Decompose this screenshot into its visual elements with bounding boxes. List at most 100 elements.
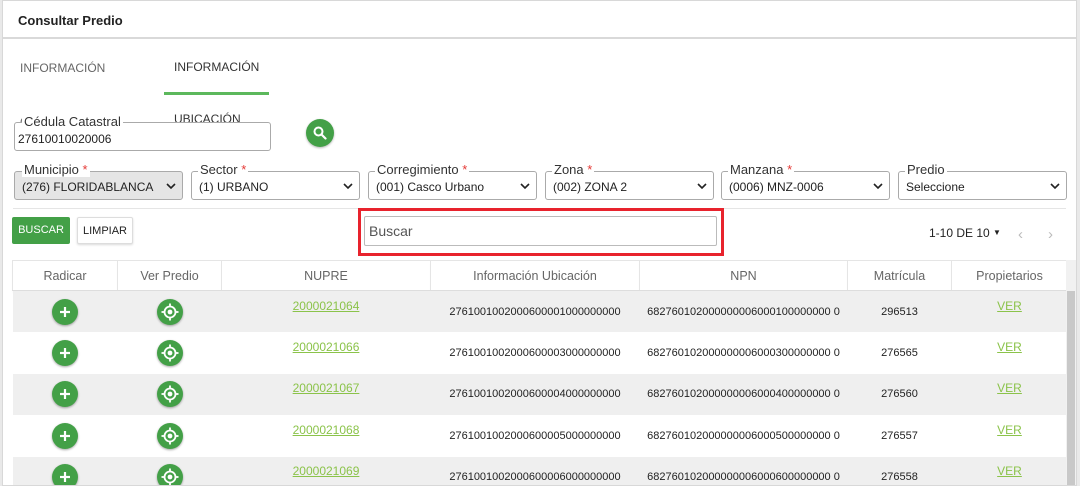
chevron-down-icon bbox=[1050, 183, 1060, 190]
cedula-catastral-label: Cédula Catastral bbox=[22, 114, 123, 129]
radicar-cell bbox=[12, 290, 118, 332]
manzana-label: Manzana * bbox=[728, 162, 795, 177]
npn-cell: 682760102000000006000600000000 0 bbox=[639, 456, 848, 485]
location-target-icon bbox=[161, 303, 178, 320]
radicar-cell bbox=[13, 332, 118, 374]
column-header-ver-predio[interactable]: Ver Predio bbox=[117, 260, 222, 291]
table-row: 2000021067 2761001002000600004000000000 68… bbox=[12, 373, 1068, 415]
informacion-ubicacion-cell: 2761001002000600004000000000 bbox=[430, 373, 640, 415]
corregimiento-value: (001) Casco Urbano bbox=[376, 180, 485, 194]
ver-propietarios-link[interactable]: VER bbox=[997, 423, 1022, 437]
nupre-cell: 2000021068 bbox=[222, 415, 431, 457]
page-title: Consultar Predio bbox=[3, 1, 1076, 39]
table-row: 2000021066 2761001002000600003000000000 68… bbox=[13, 332, 1068, 374]
ver-predio-button[interactable] bbox=[156, 381, 183, 408]
location-target-icon bbox=[161, 385, 178, 403]
table-row: 2000021069 2761001002000600006000000000 68… bbox=[12, 456, 1068, 485]
location-target-icon bbox=[161, 468, 178, 485]
ver-predio-cell bbox=[117, 373, 222, 415]
nupre-link[interactable]: 2000021067 bbox=[293, 381, 360, 395]
plus-icon bbox=[60, 472, 70, 483]
nupre-cell: 2000021067 bbox=[221, 373, 431, 415]
ver-propietarios-link[interactable]: VER bbox=[997, 381, 1022, 395]
ver-predio-button[interactable] bbox=[156, 339, 183, 366]
ver-predio-button[interactable] bbox=[156, 422, 183, 449]
buscar-button[interactable]: BUSCAR bbox=[12, 217, 70, 244]
tab-informacion-ubicacion[interactable]: INFORMACIÓN UBICACIÓN bbox=[164, 41, 270, 126]
add-radicar-button[interactable] bbox=[52, 422, 78, 449]
zona-label: Zona * bbox=[552, 162, 595, 177]
predio-value: Seleccione bbox=[906, 180, 965, 194]
chevron-down-icon bbox=[520, 183, 530, 190]
search-button[interactable] bbox=[306, 119, 334, 147]
table-row: 2000021068 2761001002000600005000000000 68… bbox=[13, 415, 1068, 457]
informacion-ubicacion-cell: 2761001002000600001000000000 bbox=[430, 290, 640, 332]
prev-page-button[interactable]: ‹ bbox=[1018, 227, 1023, 243]
ver-predio-button[interactable] bbox=[156, 464, 183, 485]
matricula-cell: 276557 bbox=[881, 429, 918, 442]
nupre-cell: 2000021069 bbox=[221, 456, 431, 485]
nupre-cell: 2000021066 bbox=[222, 332, 431, 374]
nupre-link[interactable]: 2000021069 bbox=[293, 464, 360, 478]
radicar-cell bbox=[12, 373, 118, 415]
column-header-propietarios[interactable]: Propietarios bbox=[951, 260, 1068, 291]
plus-icon bbox=[60, 306, 70, 317]
plus-icon bbox=[60, 430, 70, 441]
npn-cell: 682760102000000006000100000000 0 bbox=[639, 290, 848, 332]
informacion-ubicacion-cell: 2761001002000600006000000000 bbox=[430, 456, 640, 485]
predio-label: Predio bbox=[905, 162, 947, 177]
nupre-link[interactable]: 2000021068 bbox=[293, 423, 360, 437]
npn-cell: 682760102000000006000400000000 0 bbox=[639, 373, 848, 415]
sector-value: (1) URBANO bbox=[199, 180, 269, 194]
matricula-cell: 276565 bbox=[881, 346, 918, 359]
propietarios-cell: VER bbox=[952, 332, 1068, 374]
propietarios-cell: VER bbox=[952, 415, 1068, 457]
column-header-informacion-ubicacion[interactable]: Información Ubicación bbox=[430, 260, 640, 291]
add-radicar-button[interactable] bbox=[52, 381, 78, 408]
location-target-icon bbox=[161, 427, 178, 445]
tab-informacion-general[interactable]: INFORMACIÓN GENERAL bbox=[10, 41, 115, 129]
municipio-value: (276) FLORIDABLANCA bbox=[22, 180, 154, 194]
add-radicar-button[interactable] bbox=[52, 298, 78, 325]
npn-cell: 682760102000000006000500000000 0 bbox=[647, 429, 840, 442]
chevron-down-icon bbox=[343, 183, 353, 190]
npn-cell: 682760102000000006000300000000 0 bbox=[647, 346, 840, 359]
matricula-cell: 276560 bbox=[847, 373, 952, 415]
limpiar-button[interactable]: LIMPIAR bbox=[77, 217, 133, 244]
plus-icon bbox=[60, 347, 70, 358]
column-header-nupre[interactable]: NUPRE bbox=[221, 260, 431, 291]
informacion-ubicacion-cell: 2761001002000600003000000000 bbox=[449, 346, 621, 359]
column-header-npn[interactable]: NPN bbox=[639, 260, 848, 291]
add-radicar-button[interactable] bbox=[52, 339, 78, 366]
pagination-menu[interactable]: 1-10 DE 10 ▼ bbox=[929, 226, 1001, 240]
ver-propietarios-link[interactable]: VER bbox=[997, 340, 1022, 354]
column-header-matricula[interactable]: Matrícula bbox=[847, 260, 952, 291]
table-scrollbar-thumb[interactable] bbox=[1067, 291, 1075, 485]
radicar-cell bbox=[13, 415, 118, 457]
search-input[interactable] bbox=[364, 216, 717, 246]
results-table: Radicar Ver Predio NUPRE Información Ubi… bbox=[12, 260, 1068, 485]
nupre-link[interactable]: 2000021064 bbox=[293, 299, 360, 313]
nupre-link[interactable]: 2000021066 bbox=[293, 340, 360, 354]
ver-propietarios-link[interactable]: VER bbox=[997, 299, 1022, 313]
pagination-range: 1-10 DE 10 bbox=[929, 226, 990, 240]
chevron-down-icon bbox=[873, 183, 883, 190]
matricula-cell: 276558 bbox=[847, 456, 952, 485]
location-target-icon bbox=[161, 344, 178, 362]
ver-propietarios-link[interactable]: VER bbox=[997, 464, 1022, 478]
column-header-radicar[interactable]: Radicar bbox=[12, 260, 118, 291]
ver-predio-button[interactable] bbox=[156, 298, 183, 325]
radicar-cell bbox=[12, 456, 118, 485]
corregimiento-label: Corregimiento * bbox=[375, 162, 470, 177]
matricula-cell: 296513 bbox=[847, 290, 952, 332]
cedula-catastral-value: 27610010020006 bbox=[18, 132, 112, 146]
ver-predio-cell bbox=[117, 456, 222, 485]
nupre-cell: 2000021064 bbox=[221, 290, 431, 332]
manzana-value: (0006) MNZ-0006 bbox=[729, 180, 824, 194]
search-icon bbox=[313, 126, 327, 140]
next-page-button[interactable]: › bbox=[1048, 227, 1053, 243]
add-radicar-button[interactable] bbox=[52, 464, 78, 485]
table-header-row: Radicar Ver Predio NUPRE Información Ubi… bbox=[12, 260, 1068, 291]
chevron-down-icon bbox=[166, 183, 176, 190]
caret-down-icon: ▼ bbox=[993, 228, 1001, 237]
